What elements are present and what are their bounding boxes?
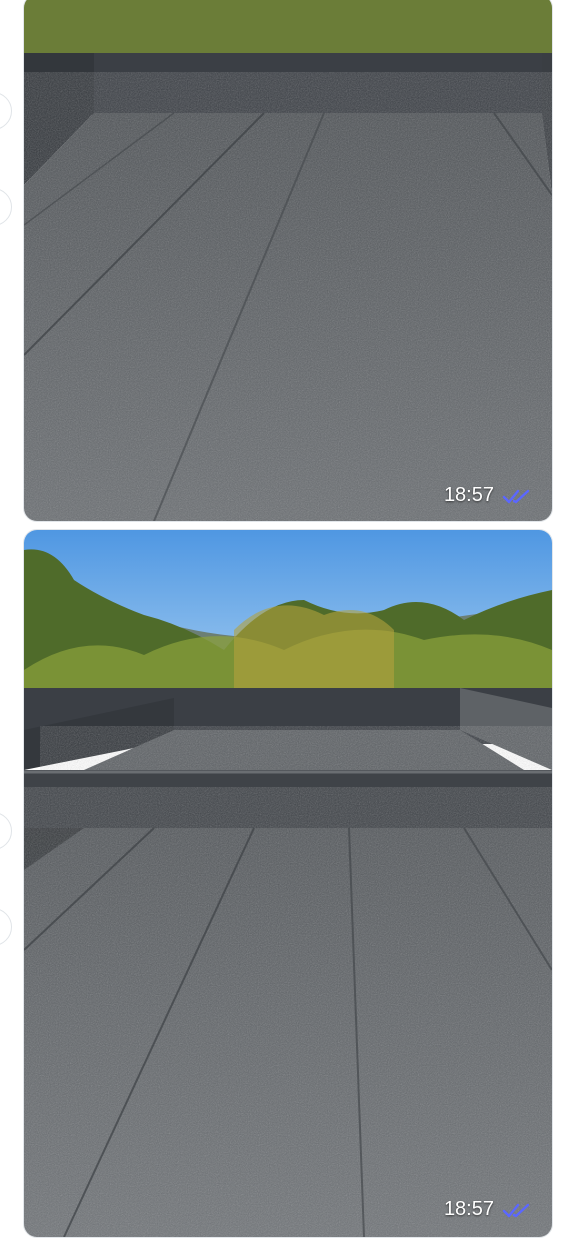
- message-meta-1: 18:57: [444, 484, 532, 507]
- double-check-icon: [502, 1203, 530, 1217]
- message-time: 18:57: [443, 484, 494, 506]
- side-control-1[interactable]: [0, 92, 12, 130]
- message-photo-2[interactable]: 18:57: [23, 529, 553, 1238]
- side-control-3[interactable]: [0, 812, 12, 850]
- roof-photo-1[interactable]: [24, 0, 552, 521]
- side-control-2[interactable]: [0, 188, 12, 226]
- message-meta-2: 18:57: [444, 1198, 532, 1221]
- roof-photo-2[interactable]: [24, 530, 552, 1237]
- double-check-icon: [502, 489, 530, 503]
- side-control-4[interactable]: [0, 908, 12, 946]
- message-photo-1[interactable]: 18:57: [23, 0, 553, 522]
- message-time: 18:57: [443, 1198, 494, 1220]
